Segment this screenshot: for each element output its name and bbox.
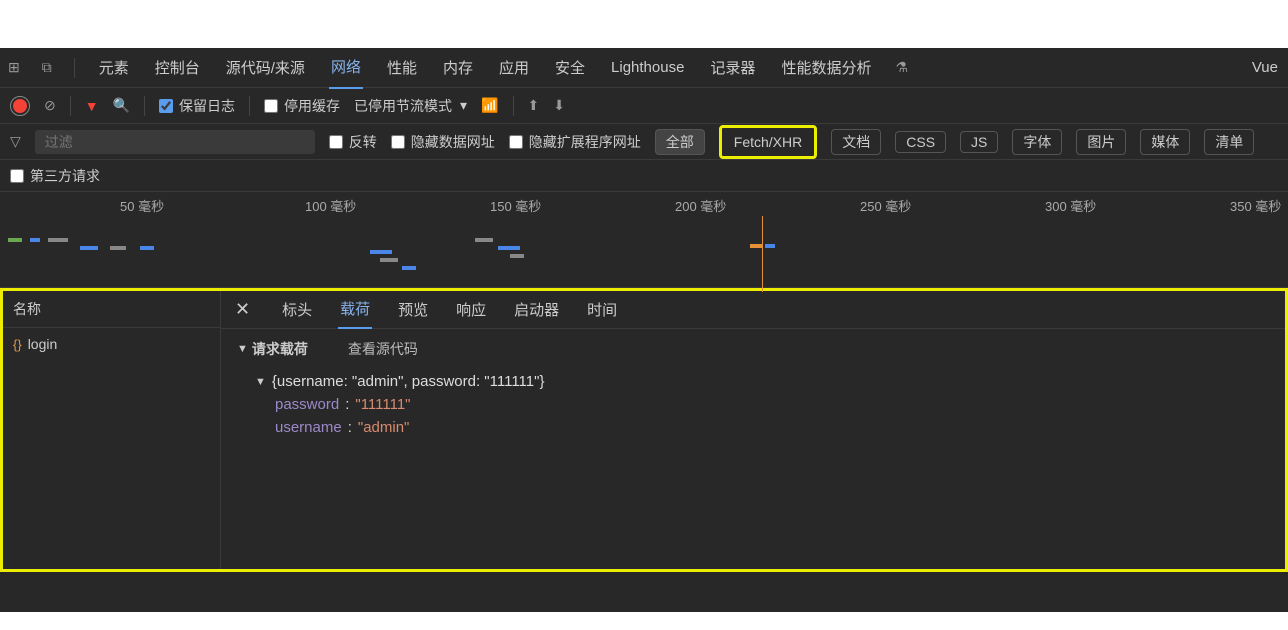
detail-tabs: ✕ 标头 载荷 预览 响应 启动器 时间	[221, 291, 1285, 329]
request-list-header: 名称	[3, 291, 220, 328]
chevron-down-icon: ▼	[237, 343, 248, 355]
time-mark: 100 毫秒	[305, 196, 356, 215]
time-mark: 300 毫秒	[1045, 196, 1096, 215]
tab-performance[interactable]: 性能	[385, 47, 419, 88]
chevron-down-icon: ▼	[255, 376, 266, 388]
view-source-link[interactable]: 查看源代码	[348, 339, 418, 359]
third-party-row: 第三方请求	[0, 160, 1288, 192]
time-mark: 50 毫秒	[120, 196, 164, 215]
tab-security[interactable]: 安全	[553, 47, 587, 88]
download-icon[interactable]: ⬇	[553, 97, 565, 114]
payload-title[interactable]: ▼请求载荷	[237, 339, 308, 359]
tab-lighthouse[interactable]: Lighthouse	[609, 49, 686, 86]
flask-icon: ⚗	[895, 59, 908, 76]
chip-css[interactable]: CSS	[895, 131, 946, 153]
filter-icon[interactable]: ▼	[85, 98, 99, 114]
tab-network[interactable]: 网络	[329, 46, 363, 89]
tab-elements[interactable]: 元素	[97, 47, 131, 88]
dtab-timing[interactable]: 时间	[585, 291, 619, 328]
devtools-tabs: ⊞ ⧉ 元素 控制台 源代码/来源 网络 性能 内存 应用 安全 Lightho…	[0, 48, 1288, 88]
request-item-login[interactable]: {} login	[3, 328, 220, 360]
request-list: 名称 {} login	[3, 291, 221, 569]
tab-sources[interactable]: 源代码/来源	[224, 47, 307, 88]
json-field: password: "111111"	[275, 396, 1269, 413]
tab-application[interactable]: 应用	[497, 47, 531, 88]
network-conditions-icon[interactable]: 📶	[481, 97, 498, 114]
throttling-select[interactable]: 已停用节流模式▾	[354, 96, 467, 116]
third-party-checkbox[interactable]: 第三方请求	[10, 166, 100, 186]
main-panel: 名称 {} login ✕ 标头 载荷 预览 响应 启动器 时间 ▼请求载荷 查…	[0, 288, 1288, 572]
preserve-log-checkbox[interactable]: 保留日志	[159, 96, 235, 116]
dtab-initiator[interactable]: 启动器	[512, 291, 561, 328]
record-button[interactable]	[10, 96, 30, 116]
separator	[74, 58, 75, 78]
chip-img[interactable]: 图片	[1076, 129, 1126, 155]
detail-panel: ✕ 标头 载荷 预览 响应 启动器 时间 ▼请求载荷 查看源代码 ▼ {user…	[221, 291, 1285, 569]
inspect-icon[interactable]: ⊞	[8, 59, 20, 76]
payload-content: ▼请求载荷 查看源代码 ▼ {username: "admin", passwo…	[221, 329, 1285, 452]
json-field: username: "admin"	[275, 419, 1269, 436]
dtab-payload[interactable]: 载荷	[338, 290, 372, 329]
tab-memory[interactable]: 内存	[441, 47, 475, 88]
time-mark: 250 毫秒	[860, 196, 911, 215]
waterfall	[0, 226, 1288, 276]
network-toolbar: ⊘ ▼ 🔍 保留日志 停用缓存 已停用节流模式▾ 📶 ⬆ ⬇	[0, 88, 1288, 124]
chip-doc[interactable]: 文档	[831, 129, 881, 155]
json-icon: {}	[13, 337, 22, 352]
tab-recorder[interactable]: 记录器	[708, 47, 757, 88]
chip-all[interactable]: 全部	[655, 129, 705, 155]
search-icon[interactable]: 🔍	[113, 97, 130, 114]
clear-icon[interactable]: ⊘	[44, 97, 56, 114]
timeline-overview[interactable]: 50 毫秒 100 毫秒 150 毫秒 200 毫秒 250 毫秒 300 毫秒…	[0, 192, 1288, 288]
dtab-preview[interactable]: 预览	[396, 291, 430, 328]
disable-cache-checkbox[interactable]: 停用缓存	[264, 96, 340, 116]
upload-icon[interactable]: ⬆	[528, 97, 540, 114]
time-mark: 200 毫秒	[675, 196, 726, 215]
chip-fetch-xhr[interactable]: Fetch/XHR	[719, 125, 817, 159]
filter-funnel-icon: ▽	[10, 133, 21, 150]
json-summary[interactable]: ▼ {username: "admin", password: "111111"…	[255, 373, 1269, 390]
time-mark: 150 毫秒	[490, 196, 541, 215]
chip-font[interactable]: 字体	[1012, 129, 1062, 155]
dtab-headers[interactable]: 标头	[280, 291, 314, 328]
filter-input[interactable]	[35, 130, 315, 154]
dtab-response[interactable]: 响应	[454, 291, 488, 328]
close-icon[interactable]: ✕	[229, 299, 256, 320]
tab-console[interactable]: 控制台	[153, 47, 202, 88]
hide-ext-urls-checkbox[interactable]: 隐藏扩展程序网址	[509, 132, 641, 152]
filter-bar: ▽ 反转 隐藏数据网址 隐藏扩展程序网址 全部 Fetch/XHR 文档 CSS…	[0, 124, 1288, 160]
time-mark: 350 毫秒	[1230, 196, 1281, 215]
chip-js[interactable]: JS	[960, 131, 998, 153]
hide-data-urls-checkbox[interactable]: 隐藏数据网址	[391, 132, 495, 152]
tab-vue[interactable]: Vue	[1250, 49, 1280, 86]
tab-perf-insights[interactable]: 性能数据分析	[779, 47, 873, 88]
device-icon[interactable]: ⧉	[42, 59, 52, 76]
chip-manifest[interactable]: 清单	[1204, 129, 1254, 155]
chip-media[interactable]: 媒体	[1140, 129, 1190, 155]
invert-checkbox[interactable]: 反转	[329, 132, 377, 152]
